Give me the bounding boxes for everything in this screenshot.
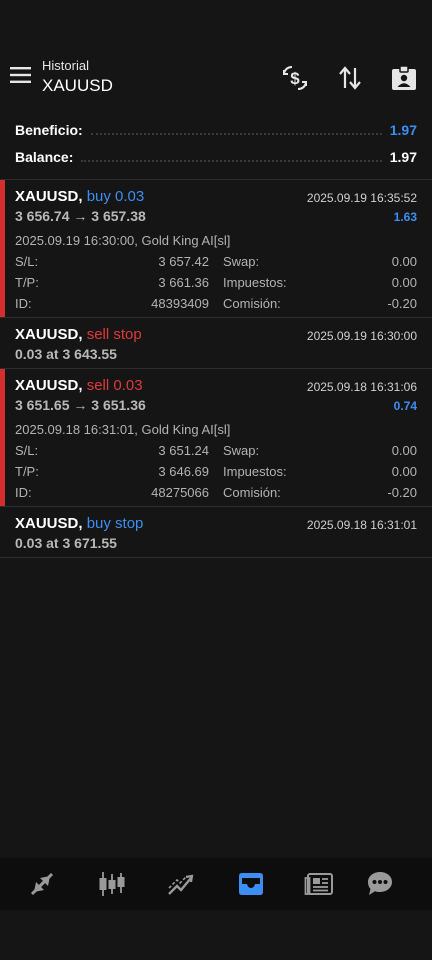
order-detail: 0.03 at 3 643.55 xyxy=(15,346,117,362)
deal-item[interactable]: XAUUSD, buy 0.03 2025.09.19 16:35:52 3 6… xyxy=(0,180,432,317)
deal-symbol: XAUUSD, xyxy=(15,377,83,394)
app-bar: Historial XAUUSD $ xyxy=(0,52,432,104)
order-item[interactable]: XAUUSD, sell stop 2025.09.19 16:30:00 0.… xyxy=(0,318,432,368)
deal-type: buy 0.03 xyxy=(86,188,145,205)
deal-detail-row: T/P: 3 661.36 Impuestos: 0.00 xyxy=(15,275,417,296)
deal-comment: 2025.09.18 16:31:01, Gold King AI[sl] xyxy=(15,422,231,437)
commission-value: -0.20 xyxy=(387,296,417,311)
divider xyxy=(0,557,432,558)
order-type: sell stop xyxy=(86,326,142,343)
order-time: 2025.09.19 16:30:00 xyxy=(306,329,417,343)
deal-detail-row: S/L: 3 657.42 Swap: 0.00 xyxy=(15,254,417,275)
deal-symbol: XAUUSD, xyxy=(15,188,83,205)
commission-label: Comisión: xyxy=(223,296,281,311)
bottom-navigation xyxy=(0,858,432,910)
dotted-leader xyxy=(90,125,382,135)
dotted-leader xyxy=(81,152,382,162)
page-title[interactable]: XAUUSD xyxy=(42,75,113,97)
deal-profit: 1.63 xyxy=(393,210,417,224)
tp-label: T/P: xyxy=(15,275,39,290)
order-detail: 0.03 at 3 671.55 xyxy=(15,535,117,551)
deal-time: 2025.09.18 16:31:06 xyxy=(306,380,417,394)
swap-label: Swap: xyxy=(223,443,260,458)
deal-comment: 2025.09.19 16:30:00, Gold King AI[sl] xyxy=(15,233,231,248)
system-navigation-area xyxy=(0,910,432,960)
title-block: Historial XAUUSD xyxy=(42,58,113,97)
order-symbol: XAUUSD, xyxy=(15,515,83,532)
currency-exchange-icon[interactable]: $ xyxy=(281,64,309,92)
deal-item[interactable]: XAUUSD, sell 0.03 2025.09.18 16:31:06 3 … xyxy=(0,369,432,506)
messages-icon[interactable] xyxy=(364,868,396,900)
quotes-icon[interactable] xyxy=(26,868,58,900)
deal-prices: 3 656.74 → 3 657.38 xyxy=(15,208,146,224)
deal-detail-row: ID: 48275066 Comisión: -0.20 xyxy=(15,485,417,506)
id-value: 48393409 xyxy=(151,296,209,311)
profit-value: 1.97 xyxy=(389,122,417,138)
account-report-icon[interactable] xyxy=(390,64,418,92)
menu-icon[interactable] xyxy=(10,66,32,84)
deal-time: 2025.09.19 16:35:52 xyxy=(306,191,417,205)
deal-detail-row: ID: 48393409 Comisión: -0.20 xyxy=(15,296,417,317)
id-value: 48275066 xyxy=(151,485,209,500)
sl-label: S/L: xyxy=(15,254,39,269)
balance-label: Balance: xyxy=(15,149,74,165)
page-subtitle: Historial xyxy=(42,58,89,73)
tp-value: 3 661.36 xyxy=(158,275,209,290)
tax-value: 0.00 xyxy=(391,275,417,290)
deal-type: sell 0.03 xyxy=(86,377,143,394)
swap-value: 0.00 xyxy=(391,443,417,458)
order-header: XAUUSD, sell stop xyxy=(15,326,142,343)
order-time: 2025.09.18 16:31:01 xyxy=(306,518,417,532)
order-type: buy stop xyxy=(86,515,144,532)
id-label: ID: xyxy=(15,296,32,311)
deal-marker xyxy=(0,180,5,317)
sl-value: 3 651.24 xyxy=(158,443,209,458)
balance-value: 1.97 xyxy=(389,149,417,165)
sort-icon[interactable] xyxy=(336,64,364,92)
deal-prices: 3 651.65 → 3 651.36 xyxy=(15,397,146,413)
summary-panel: Beneficio: 1.97 Balance: 1.97 xyxy=(0,116,432,180)
profit-row: Beneficio: 1.97 xyxy=(15,117,417,143)
tax-label: Impuestos: xyxy=(223,275,287,290)
tax-label: Impuestos: xyxy=(223,464,287,479)
tp-label: T/P: xyxy=(15,464,39,479)
news-icon[interactable] xyxy=(304,868,336,900)
sl-value: 3 657.42 xyxy=(158,254,209,269)
deal-marker xyxy=(0,369,5,506)
svg-text:$: $ xyxy=(290,69,300,88)
deal-header: XAUUSD, sell 0.03 xyxy=(15,377,143,394)
tax-value: 0.00 xyxy=(391,464,417,479)
deal-detail-row: S/L: 3 651.24 Swap: 0.00 xyxy=(15,443,417,464)
commission-value: -0.20 xyxy=(387,485,417,500)
balance-row: Balance: 1.97 xyxy=(15,144,417,170)
swap-value: 0.00 xyxy=(391,254,417,269)
history-icon[interactable] xyxy=(235,868,267,900)
tp-value: 3 646.69 xyxy=(158,464,209,479)
order-item[interactable]: XAUUSD, buy stop 2025.09.18 16:31:01 0.0… xyxy=(0,507,432,557)
id-label: ID: xyxy=(15,485,32,500)
order-header: XAUUSD, buy stop xyxy=(15,515,143,532)
order-symbol: XAUUSD, xyxy=(15,326,83,343)
deal-detail-row: T/P: 3 646.69 Impuestos: 0.00 xyxy=(15,464,417,485)
sl-label: S/L: xyxy=(15,443,39,458)
trade-icon[interactable] xyxy=(165,868,197,900)
profit-label: Beneficio: xyxy=(15,122,83,138)
deal-profit: 0.74 xyxy=(393,399,417,413)
chart-icon[interactable] xyxy=(96,868,128,900)
swap-label: Swap: xyxy=(223,254,260,269)
deal-header: XAUUSD, buy 0.03 xyxy=(15,188,144,205)
commission-label: Comisión: xyxy=(223,485,281,500)
